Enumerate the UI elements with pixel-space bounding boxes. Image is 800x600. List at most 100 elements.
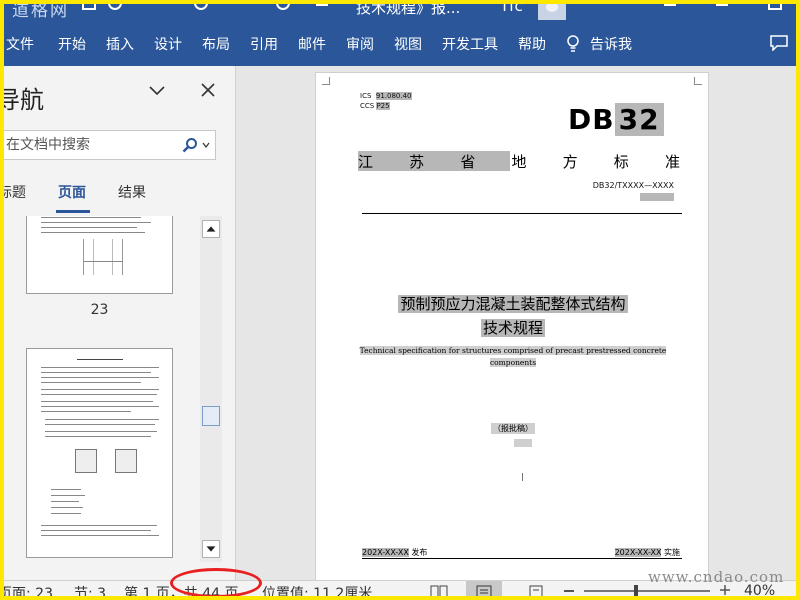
ccs-label: CCS [360, 102, 375, 110]
publish-date-value: 202X-XX-XX [362, 548, 409, 557]
nav-tabs: 标题 页面 结果 [0, 178, 235, 214]
tell-me-button[interactable]: 告诉我 [590, 34, 632, 54]
tab-developer[interactable]: 开发工具 [442, 34, 498, 54]
web-layout-icon[interactable] [528, 585, 546, 599]
save-icon[interactable] [82, 0, 96, 10]
nav-tab-headings[interactable]: 标题 [0, 182, 26, 202]
nav-pane-title: 导航 [0, 86, 44, 114]
nav-search-box [0, 130, 216, 160]
nav-search-input[interactable] [0, 131, 170, 159]
implement-date-value: 202X-XX-XX [614, 548, 662, 557]
english-title: Technical specification for structures c… [356, 345, 670, 369]
user-name[interactable]: Tfc [500, 0, 523, 15]
chinese-title-text: 预制预应力混凝土装配整体式结构 [398, 295, 628, 313]
draft-status-text: （报批稿） [491, 423, 535, 434]
maximize-icon[interactable] [768, 0, 782, 10]
status-page-number[interactable]: 页面: 23 [0, 583, 53, 600]
standard-code-number: 32 [614, 103, 664, 136]
zoom-slider[interactable] [584, 590, 710, 592]
zoom-slider-thumb[interactable] [634, 585, 638, 597]
text-cursor [522, 473, 523, 481]
tab-help[interactable]: 帮助 [518, 34, 546, 54]
standard-code-logo: DB 32 [568, 103, 664, 136]
user-avatar[interactable] [538, 0, 566, 20]
navigation-pane: 导航 标题 页面 结果 23 [0, 66, 236, 580]
status-section[interactable]: 节: 3 [74, 583, 106, 600]
chinese-title-text: 技术规程 [480, 319, 545, 337]
thumbnail-scrollbar[interactable] [200, 216, 222, 562]
standard-number: DB32/TXXXX—XXXX [592, 181, 674, 190]
footer-rule [362, 558, 682, 559]
header-rule [362, 213, 682, 214]
ccs-code: P25 [376, 102, 390, 110]
search-quick-icon[interactable] [194, 0, 208, 10]
tab-references[interactable]: 引用 [250, 34, 278, 54]
classification-codes: ICS 91.080.40 CCS P25 [360, 91, 412, 111]
comment-icon[interactable] [770, 35, 788, 51]
site-logo-watermark: 道格网 [12, 1, 69, 21]
tab-design[interactable]: 设计 [154, 34, 182, 54]
tab-view[interactable]: 视图 [394, 34, 422, 54]
customize-toolbar-icon[interactable] [316, 4, 328, 6]
page-thumbnail-23[interactable] [26, 216, 173, 294]
search-options-chevron-icon[interactable] [202, 141, 210, 149]
issuer-char: 标 [613, 153, 629, 171]
english-title-text: Technical specification for structures c… [359, 346, 667, 367]
issuer-char: 江 [358, 153, 374, 171]
chevron-down-icon[interactable] [148, 84, 166, 98]
issuer-char: 准 [664, 153, 680, 171]
ribbon-display-icon[interactable] [664, 4, 676, 6]
document-canvas: ICS 91.080.40 CCS P25 DB 32 江 苏 省 地 方 标 准… [237, 66, 800, 580]
tab-home[interactable]: 开始 [58, 34, 86, 54]
tab-file[interactable]: 文件 [6, 34, 34, 54]
read-mode-icon[interactable] [430, 585, 448, 599]
zoom-out-icon[interactable] [564, 590, 574, 592]
minimize-icon[interactable] [716, 4, 728, 6]
document-page[interactable]: ICS 91.080.40 CCS P25 DB 32 江 苏 省 地 方 标 准… [315, 72, 709, 580]
page-corner-mark [694, 77, 702, 85]
tab-mailings[interactable]: 邮件 [298, 34, 326, 54]
document-title: 技术规程》报... [356, 0, 461, 17]
text-highlight [640, 193, 674, 201]
scroll-down-arrow-icon[interactable] [202, 540, 220, 558]
search-icon[interactable] [182, 137, 198, 153]
page-corner-mark [322, 77, 330, 85]
lightbulb-icon [567, 35, 579, 52]
publish-date: 202X-XX-XX 发布 [362, 547, 427, 558]
scroll-thumb[interactable] [202, 406, 220, 426]
site-watermark: www.cndao.com [648, 568, 785, 586]
ics-label: ICS [360, 92, 372, 100]
draft-status: （报批稿） [316, 423, 710, 434]
close-icon[interactable] [200, 82, 216, 98]
status-vertical-position[interactable]: 位置值: 11.2厘米 [262, 583, 372, 600]
standard-issuer: 江 苏 省 地 方 标 准 [358, 151, 680, 172]
title-bar: 道格网 技术规程》报... Tfc [0, 0, 800, 22]
implement-date: 202X-XX-XX 实施 [614, 547, 680, 558]
page-thumbnail-24[interactable] [26, 348, 173, 558]
undo-icon[interactable] [108, 0, 122, 10]
ics-code: 91.080.40 [375, 92, 412, 100]
nav-tab-results[interactable]: 结果 [118, 182, 146, 202]
redo-icon[interactable] [276, 0, 290, 10]
annotation-circle [170, 568, 262, 598]
standard-code-prefix: DB [568, 103, 615, 136]
text-highlight [514, 439, 532, 447]
issuer-char: 苏 [409, 153, 425, 171]
tab-review[interactable]: 审阅 [346, 34, 374, 54]
tab-insert[interactable]: 插入 [106, 34, 134, 54]
print-layout-icon[interactable] [475, 585, 493, 599]
active-tab-indicator [56, 210, 90, 213]
issuer-char: 省 [460, 153, 476, 171]
zoom-in-icon[interactable] [720, 585, 730, 595]
page-thumbnails: 23 [0, 216, 200, 580]
chinese-title-line-2: 技术规程 [316, 317, 710, 338]
implement-label: 实施 [664, 548, 680, 557]
issuer-char: 方 [562, 153, 578, 171]
ribbon-tabs: 文件 开始 插入 设计 布局 引用 邮件 审阅 视图 开发工具 帮助 告诉我 [0, 22, 800, 66]
chinese-title-line-1: 预制预应力混凝土装配整体式结构 [316, 293, 710, 314]
issuer-char: 地 [511, 153, 527, 171]
nav-tab-pages[interactable]: 页面 [58, 182, 86, 202]
scroll-up-arrow-icon[interactable] [202, 220, 220, 238]
tab-layout[interactable]: 布局 [202, 34, 230, 54]
publish-label: 发布 [411, 548, 428, 557]
